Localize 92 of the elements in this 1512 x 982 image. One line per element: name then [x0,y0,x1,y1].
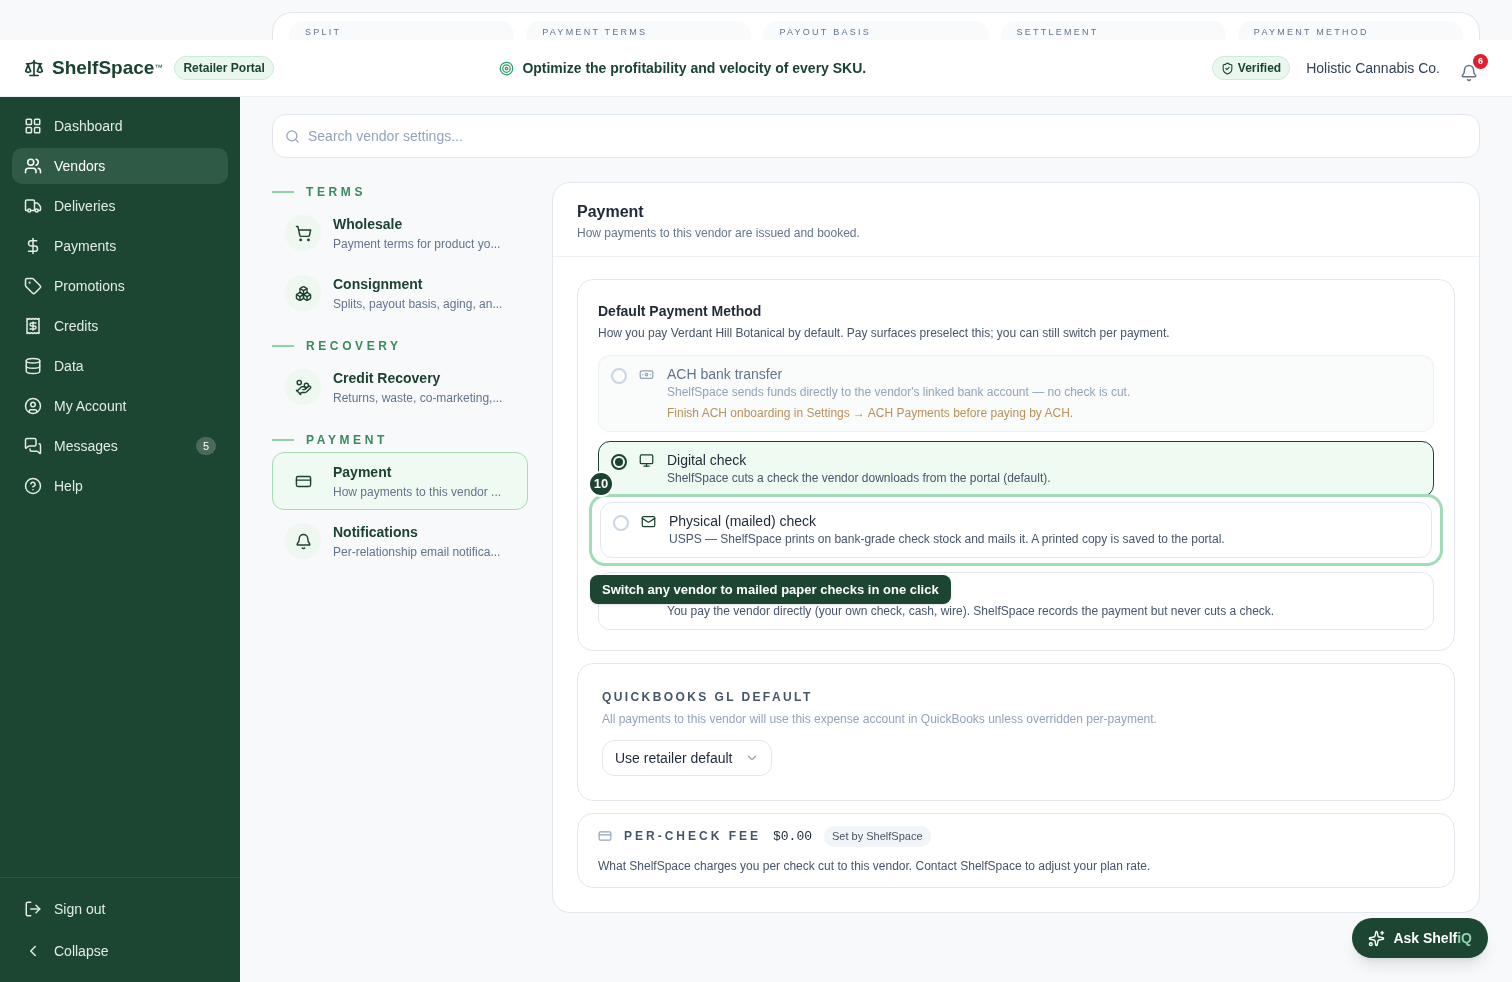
grid-icon [24,117,42,135]
database-icon [24,357,42,375]
option-title: Physical (mailed) check [669,512,818,530]
search-icon [285,128,300,144]
fee-badge: Set by ShelfSpace [824,826,931,847]
nav-item[interactable]: Dashboard [12,108,228,144]
item-title: Notifications [333,522,419,542]
messages-icon [24,437,42,455]
item-title: Consignment [333,274,424,294]
item-subtitle: Per-relationship email notifica... [333,543,501,561]
settings-nav-item[interactable]: Notifications Per-relationship email notifica... [272,512,528,570]
quickbooks-description: All payments to this vendor will use this expense account in QuickBooks unless overridden per-payment. [602,711,1157,728]
scale-icon [24,58,44,78]
nav-item[interactable]: Promotions [12,268,228,304]
count-badge: 5 [195,436,216,456]
user-icon [24,397,42,415]
monitor-icon [639,453,654,468]
sidebar-footer-item[interactable]: Collapse [12,932,228,970]
summary-tab[interactable]: PAYMENT TERMS [526,21,752,41]
bell-icon [1460,64,1478,82]
nav-item[interactable]: Deliveries [12,188,228,224]
receipt-icon [24,317,42,335]
account-name[interactable]: Holistic Cannabis Co. [1306,57,1440,79]
portal-badge: Retailer Portal [174,56,274,80]
section-heading: PAYMENT [306,432,388,449]
item-title: Wholesale [333,214,404,234]
panel-subtitle: How payments to this vendor are issued and booked. [577,225,861,242]
sidebar-footer-item[interactable]: Sign out [12,890,228,928]
users-icon [24,157,42,175]
item-subtitle: How payments to this vendor ... [333,483,502,501]
gl-select[interactable]: Use retailer default [602,740,772,776]
settings-nav-item[interactable]: Consignment Splits, payout basis, aging, an... [272,264,528,322]
quickbooks-heading: QUICKBOOKS GL DEFAULT [602,689,813,706]
truck-icon [24,197,42,215]
item-subtitle: Returns, waste, co-marketing,... [333,389,503,407]
nav-item[interactable]: Messages 5 [12,428,228,464]
fee-amount: $0.00 [773,827,813,846]
target-icon [499,60,515,76]
search-box[interactable]: Search vendor settings... [272,114,1480,158]
tagline: Optimize the profitability and velocity of every SKU. [522,58,867,78]
payment-option[interactable]: Physical (mailed) check USPS — ShelfSpace prints on bank-grade check stock and mails it. A printed copy is saved to the portal. [600,502,1432,558]
option-title: Digital check [667,451,748,469]
summary-tab[interactable]: SPLIT [289,21,515,41]
section-heading: RECOVERY [306,338,402,355]
search-field[interactable]: Search vendor settings... [308,125,1467,147]
method-title: Default Payment Method [598,302,763,321]
item-title: Payment [333,462,393,482]
fee-heading: PER-CHECK FEE [624,828,761,846]
nav-item[interactable]: Help [12,468,228,504]
mail-icon [641,514,656,529]
brand-name: ShelfSpace$^{™}$ [52,55,163,80]
option-description: ShelfSpace cuts a check the vendor downloads from the portal (default). [667,470,1051,487]
item-title: Credit Recovery [333,368,442,388]
nav-item[interactable]: Payments [12,228,228,264]
nav-item[interactable]: Credits [12,308,228,344]
nav-item[interactable]: My Account [12,388,228,424]
logout-icon [24,900,42,918]
verified-badge: Verified [1211,56,1291,80]
settings-nav-item[interactable]: Payment How payments to this vendor ... [272,452,528,510]
section-heading: TERMS [306,184,366,201]
notifications-button[interactable]: 6 [1456,54,1488,82]
hand-coins-icon [294,378,312,396]
tooltip: Switch any vendor to mailed paper checks in one click [590,574,951,604]
item-subtitle: Splits, payout basis, aging, an... [333,295,503,313]
notification-count: 6 [1473,54,1488,69]
option-description: You pay the vendor directly (your own check, cash, wire). ShelfSpace records the payment but never cuts a check. [667,603,1275,620]
option-title: ACH bank transfer [667,365,784,383]
option-warning: Finish ACH onboarding in Settings → ACH Payments before paying by ACH. [667,405,1075,422]
settings-nav-item[interactable]: Wholesale Payment terms for product yo... [272,204,528,262]
settings-nav-item[interactable]: Credit Recovery Returns, waste, co-marketing,... [272,358,528,416]
summary-tab[interactable]: PAYOUT BASIS [763,21,989,41]
item-subtitle: Payment terms for product yo... [333,235,501,253]
ask-assistant-button[interactable]: Ask ShelfiQ [1352,918,1488,958]
method-description: How you pay Verdant Hill Botanical by default. Pay surfaces preselect this; you can still switch per payment. [598,325,1171,342]
sparkles-icon [1368,929,1386,947]
summary-tab[interactable]: SETTLEMENT [1000,21,1226,41]
panel-title: Payment [577,202,645,222]
bell-icon [294,532,312,550]
banknote-icon [639,367,654,382]
summary-tab[interactable]: PAYMENT METHOD [1237,21,1463,41]
card-icon [598,829,612,844]
nav-item[interactable]: Data [12,348,228,384]
radio-button[interactable] [611,454,627,470]
step-badge: 10 [588,471,614,497]
nav-item[interactable]: Vendors [12,148,228,184]
cart-icon [294,224,312,242]
option-description: USPS — ShelfSpace prints on bank-grade check stock and mails it. A printed copy is saved to the portal. [669,531,1225,548]
tag-icon [24,277,42,295]
fee-description: What ShelfSpace charges you per check cut to this vendor. Contact ShelfSpace to adjust your plan rate. [598,857,1152,875]
boxes-icon [294,284,312,302]
help-icon [24,477,42,495]
option-description: ShelfSpace sends funds directly to the vendor's linked bank account — no check is cut. [667,384,1131,401]
